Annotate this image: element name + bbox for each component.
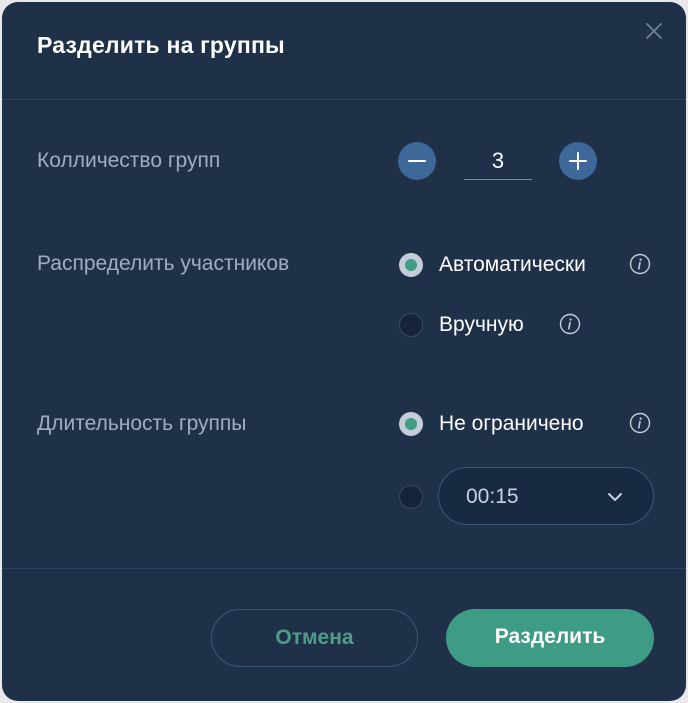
split-groups-dialog: Разделить на группы Колличество групп Ра… — [2, 2, 686, 701]
radio-limited[interactable] — [399, 485, 423, 509]
header-divider — [2, 99, 686, 100]
decrement-button[interactable] — [398, 142, 436, 180]
footer-divider — [2, 568, 686, 569]
option-unlimited-label: Не ограничено — [439, 412, 584, 435]
duration-select-value: 00:15 — [466, 485, 519, 508]
info-icon[interactable] — [629, 253, 651, 275]
radio-manual[interactable] — [399, 313, 423, 337]
close-icon[interactable] — [643, 20, 665, 42]
info-icon[interactable] — [559, 313, 581, 335]
option-manual-label: Вручную — [439, 313, 524, 336]
duration-label: Длительность группы — [37, 412, 247, 435]
duration-select[interactable]: 00:15 — [438, 467, 654, 525]
group-count-input[interactable] — [464, 143, 532, 180]
distribution-label: Распределить участников — [37, 252, 290, 275]
group-count-label: Колличество групп — [37, 149, 221, 172]
plus-icon — [569, 152, 587, 170]
dialog-title: Разделить на группы — [37, 32, 285, 58]
info-icon[interactable] — [629, 412, 651, 434]
split-button[interactable]: Разделить — [446, 609, 654, 667]
cancel-button[interactable]: Отмена — [211, 609, 418, 667]
option-automatic-label: Автоматически — [439, 253, 586, 276]
chevron-down-icon — [607, 489, 623, 505]
increment-button[interactable] — [559, 142, 597, 180]
radio-automatic[interactable] — [399, 253, 423, 277]
radio-unlimited[interactable] — [399, 412, 423, 436]
minus-icon — [408, 160, 426, 162]
